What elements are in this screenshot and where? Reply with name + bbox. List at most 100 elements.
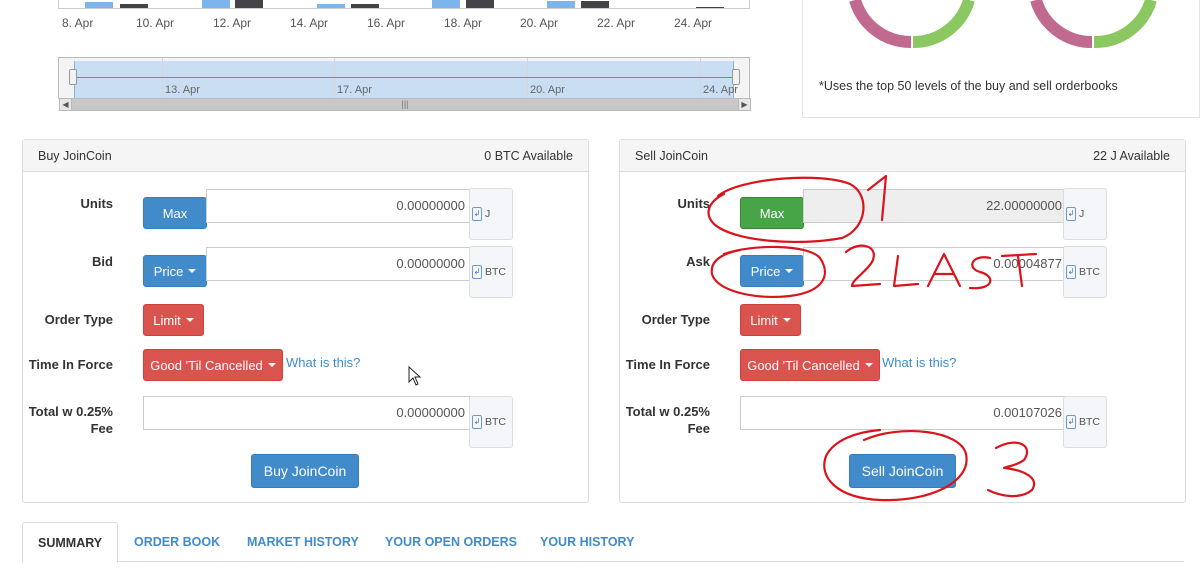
sell-order-type-label: Order Type <box>641 312 710 327</box>
chart-bar <box>235 0 263 8</box>
sell-order-type-value: Limit <box>750 312 778 328</box>
x-tick-label: 18. Apr <box>444 16 483 30</box>
chart-bar <box>581 1 609 8</box>
buy-max-button[interactable]: Max <box>143 197 207 229</box>
buy-units-currency: ↲ J <box>469 188 513 240</box>
sell-total-label: Total w 0.25% Fee <box>625 404 710 436</box>
buy-bid-currency-label: BTC <box>485 266 506 278</box>
x-tick-label: 8. Apr <box>62 16 94 30</box>
navigator-right-handle[interactable] <box>732 69 740 85</box>
buy-total-input: 0.00000000 <box>143 396 470 430</box>
x-tick-label: 16. Apr <box>367 16 406 30</box>
chart-bar <box>120 4 148 8</box>
sell-order-type-dropdown[interactable]: Limit <box>740 304 801 336</box>
buy-price-dropdown-label: Price <box>153 263 184 279</box>
buy-tif-value: Good 'Til Cancelled <box>150 357 263 373</box>
sell-submit-button[interactable]: Sell JoinCoin <box>849 454 956 488</box>
navigator-label: 24. Apr <box>703 84 738 96</box>
buy-panel-title: Buy JoinCoin <box>38 148 112 163</box>
buy-order-type-dropdown[interactable]: Limit <box>143 304 204 336</box>
buy-bid-currency: ↲ BTC <box>469 246 513 298</box>
buy-panel-header: Buy JoinCoin 0 BTC Available <box>23 140 588 172</box>
scroll-left-icon[interactable]: ◀ <box>59 98 72 111</box>
orderbook-depth-panel: *Uses the top 50 levels of the buy and s… <box>802 0 1200 118</box>
buy-units-label: Units <box>80 196 114 211</box>
scrollbar-thumb[interactable]: ||| <box>72 99 738 110</box>
navigator-scrollbar[interactable]: ◀ ||| ▶ <box>59 98 751 111</box>
caret-down-icon <box>188 269 197 273</box>
bid-ring <box>1030 0 1093 49</box>
sell-max-button[interactable]: Max <box>740 197 804 229</box>
caret-down-icon <box>785 269 794 273</box>
mouse-cursor-icon <box>408 366 422 386</box>
buy-order-type-value: Limit <box>153 312 181 328</box>
sell-ask-label: Ask <box>686 254 710 269</box>
volume-chart: 8. Apr 10. Apr 12. Apr 14. Apr 16. Apr 1… <box>58 0 752 111</box>
buy-tif-help-link[interactable]: What is this? <box>286 355 360 370</box>
buy-bid-label: Bid <box>92 254 113 269</box>
navigator-series-line <box>74 77 734 78</box>
chart-bar <box>317 4 345 8</box>
sell-ask-input[interactable]: 0.00004877 <box>803 247 1067 281</box>
navigator-gridline <box>527 58 528 98</box>
bid-ring <box>849 0 912 49</box>
buy-bid-input[interactable]: 0.00000000 <box>206 247 470 281</box>
navigator-left-handle[interactable] <box>69 69 77 85</box>
chart-bar <box>432 0 460 8</box>
chart-bar <box>466 0 494 8</box>
market-tabs: SUMMARY ORDER BOOK MARKET HISTORY YOUR O… <box>22 522 1184 563</box>
navigator-gridline <box>334 58 335 98</box>
sell-price-dropdown[interactable]: Price <box>740 255 804 287</box>
buy-submit-button[interactable]: Buy JoinCoin <box>251 454 359 488</box>
caret-down-icon <box>864 363 873 367</box>
sell-tif-label: Time In Force <box>625 357 710 372</box>
buy-panel: Buy JoinCoin 0 BTC Available Units Max 0… <box>22 139 589 503</box>
depth-donut-charts <box>849 0 1157 49</box>
sell-panel-header: Sell JoinCoin 22 J Available <box>620 140 1185 172</box>
buy-order-type-label: Order Type <box>44 312 113 327</box>
addon-icon: ↲ <box>1066 207 1076 221</box>
chart-bar <box>85 2 113 8</box>
sell-panel: Sell JoinCoin 22 J Available Units Max 2… <box>619 139 1186 503</box>
sell-price-dropdown-label: Price <box>750 263 781 279</box>
buy-total-currency-label: BTC <box>485 416 506 428</box>
tab-order-book[interactable]: ORDER BOOK <box>119 522 235 562</box>
caret-down-icon <box>185 318 194 322</box>
scroll-right-icon[interactable]: ▶ <box>738 98 751 111</box>
sell-total-currency-label: BTC <box>1079 416 1100 428</box>
sell-units-input[interactable]: 22.00000000 <box>803 189 1067 223</box>
tab-summary[interactable]: SUMMARY <box>22 522 119 563</box>
x-tick-label: 12. Apr <box>213 16 252 30</box>
tab-your-open-orders[interactable]: YOUR OPEN ORDERS <box>370 522 532 562</box>
buy-units-currency-label: J <box>485 208 491 220</box>
x-tick-label: 22. Apr <box>597 16 636 30</box>
navigator-label: 20. Apr <box>530 84 565 96</box>
chart-bar <box>547 1 575 8</box>
sell-ask-currency-label: BTC <box>1079 266 1100 278</box>
ask-ring <box>912 0 975 49</box>
addon-icon: ↲ <box>1066 265 1076 279</box>
sell-tif-dropdown[interactable]: Good 'Til Cancelled <box>740 349 880 381</box>
buy-price-dropdown[interactable]: Price <box>143 255 207 287</box>
buy-tif-dropdown[interactable]: Good 'Til Cancelled <box>143 349 283 381</box>
sell-units-label: Units <box>677 196 711 211</box>
buy-units-input[interactable]: 0.00000000 <box>206 189 470 223</box>
sell-total-currency: ↲ BTC <box>1063 396 1107 448</box>
navigator-label: 13. Apr <box>165 84 200 96</box>
buy-total-label: Total w 0.25% Fee <box>28 404 113 436</box>
sell-tif-help-link[interactable]: What is this? <box>882 355 956 370</box>
chart-bar <box>351 4 379 8</box>
caret-down-icon <box>782 318 791 322</box>
tab-your-history[interactable]: YOUR HISTORY <box>525 522 649 562</box>
ask-ring <box>1093 0 1157 49</box>
x-tick-label: 24. Apr <box>674 16 713 30</box>
x-tick-label: 20. Apr <box>520 16 559 30</box>
sell-available-balance: 22 J Available <box>1093 148 1170 163</box>
orderbook-note: *Uses the top 50 levels of the buy and s… <box>819 79 1118 93</box>
chart-navigator[interactable]: 13. Apr 17. Apr 20. Apr 24. Apr ◀ ||| ▶ <box>58 57 751 111</box>
tab-market-history[interactable]: MARKET HISTORY <box>232 522 374 562</box>
x-tick-label: 14. Apr <box>290 16 329 30</box>
navigator-label: 17. Apr <box>337 84 372 96</box>
sell-units-currency: ↲ J <box>1063 188 1107 240</box>
sell-ask-currency: ↲ BTC <box>1063 246 1107 298</box>
